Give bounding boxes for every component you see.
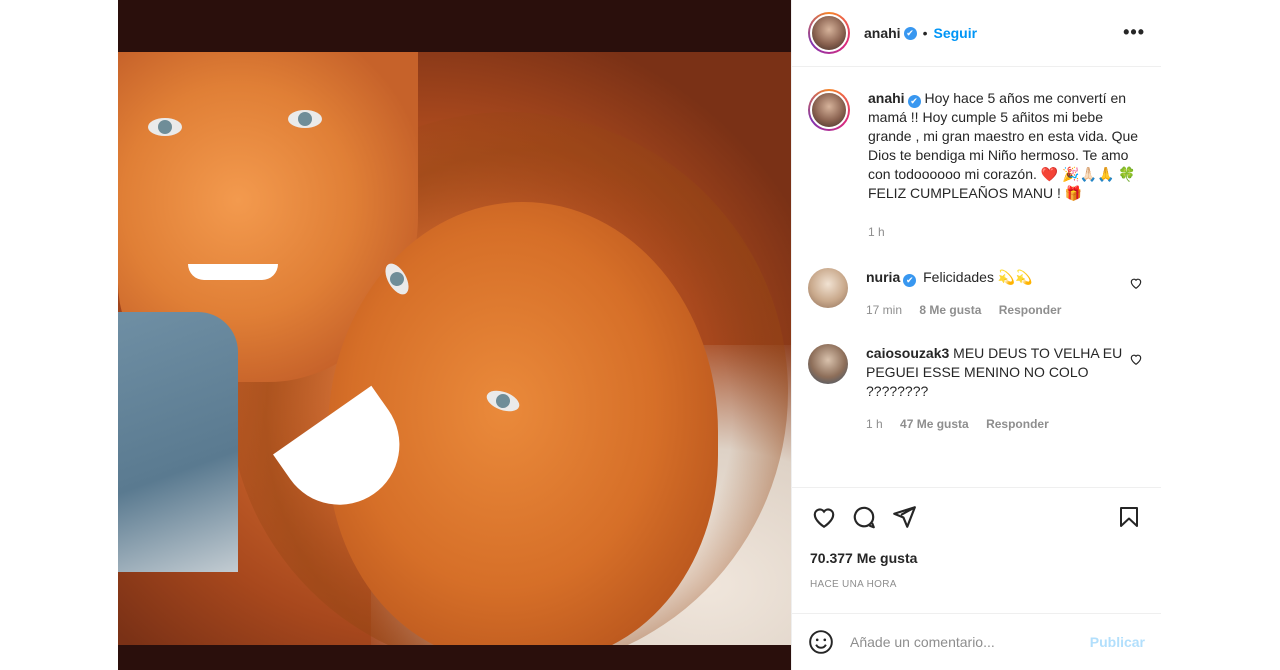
more-icon[interactable]: •••: [1123, 22, 1145, 43]
bookmark-icon: [1120, 506, 1138, 527]
heart-icon: [813, 507, 835, 528]
comment-input[interactable]: [850, 634, 1090, 650]
caption-text: Hoy hace 5 años me convertí en mamá !! H…: [868, 90, 1139, 201]
save-button[interactable]: [1109, 497, 1149, 537]
like-comment-heart-icon[interactable]: [1129, 276, 1143, 290]
author-avatar[interactable]: [808, 89, 850, 131]
post-photo[interactable]: [118, 52, 791, 645]
photo-eye: [288, 110, 322, 128]
comment-text: Felicidades 💫💫: [923, 269, 1033, 285]
share-icon: [893, 505, 916, 528]
verified-icon: ✔: [903, 274, 917, 287]
comments-list[interactable]: anahi ✔ Hoy hace 5 años me convertí en ma…: [792, 67, 1161, 487]
comment-username[interactable]: caiosouzak3: [866, 345, 949, 361]
comment-item: caiosouzak3 MEU DEUS TO VELHA EU PEGUEI …: [808, 344, 1145, 434]
comment-time[interactable]: 17 min: [866, 303, 902, 317]
caption-username[interactable]: anahi: [868, 90, 905, 106]
reply-button[interactable]: Responder: [999, 303, 1062, 317]
post-media[interactable]: [118, 0, 791, 670]
verified-icon: ✔: [903, 26, 917, 40]
like-button[interactable]: [804, 497, 844, 537]
share-button[interactable]: [884, 497, 924, 537]
author-username[interactable]: anahi: [864, 25, 901, 41]
caption: anahi ✔ Hoy hace 5 años me convertí en ma…: [808, 89, 1145, 242]
emoji-icon[interactable]: [808, 629, 834, 655]
post-dialog: anahi ✔ • Seguir ••• anahi ✔ Hoy hace 5 a…: [118, 0, 1161, 670]
author-avatar[interactable]: [808, 12, 850, 54]
comment-item: nuria ✔ Felicidades 💫💫 17 min 8 Me gusta …: [808, 268, 1145, 320]
photo-shirt: [118, 312, 238, 572]
caption-body: anahi ✔ Hoy hace 5 años me convertí en ma…: [868, 89, 1142, 242]
post-timestamp[interactable]: HACE UNA HORA: [810, 579, 897, 590]
separator-dot: •: [922, 25, 928, 41]
comment-button[interactable]: [844, 497, 884, 537]
comment-username[interactable]: nuria: [866, 269, 900, 285]
comment-likes[interactable]: 47 Me gusta: [900, 417, 969, 431]
likes-count[interactable]: 70.377 Me gusta: [810, 550, 917, 566]
action-bar: [792, 487, 1161, 545]
publish-button[interactable]: Publicar: [1090, 634, 1145, 650]
comment-icon: [853, 506, 875, 528]
add-comment-bar: Publicar: [792, 613, 1161, 670]
like-comment-heart-icon[interactable]: [1129, 352, 1143, 366]
comment-time[interactable]: 1 h: [866, 417, 883, 431]
post-header: anahi ✔ • Seguir •••: [792, 0, 1161, 67]
commenter-avatar[interactable]: [808, 344, 848, 384]
reply-button[interactable]: Responder: [986, 417, 1049, 431]
post-sidebar: anahi ✔ • Seguir ••• anahi ✔ Hoy hace 5 a…: [791, 0, 1161, 670]
photo-eye: [148, 118, 182, 136]
follow-button[interactable]: Seguir: [933, 25, 977, 41]
verified-icon: ✔: [907, 95, 921, 108]
photo-smile: [188, 264, 278, 280]
commenter-avatar[interactable]: [808, 268, 848, 308]
comment-likes[interactable]: 8 Me gusta: [919, 303, 981, 317]
caption-time[interactable]: 1 h: [868, 225, 885, 239]
